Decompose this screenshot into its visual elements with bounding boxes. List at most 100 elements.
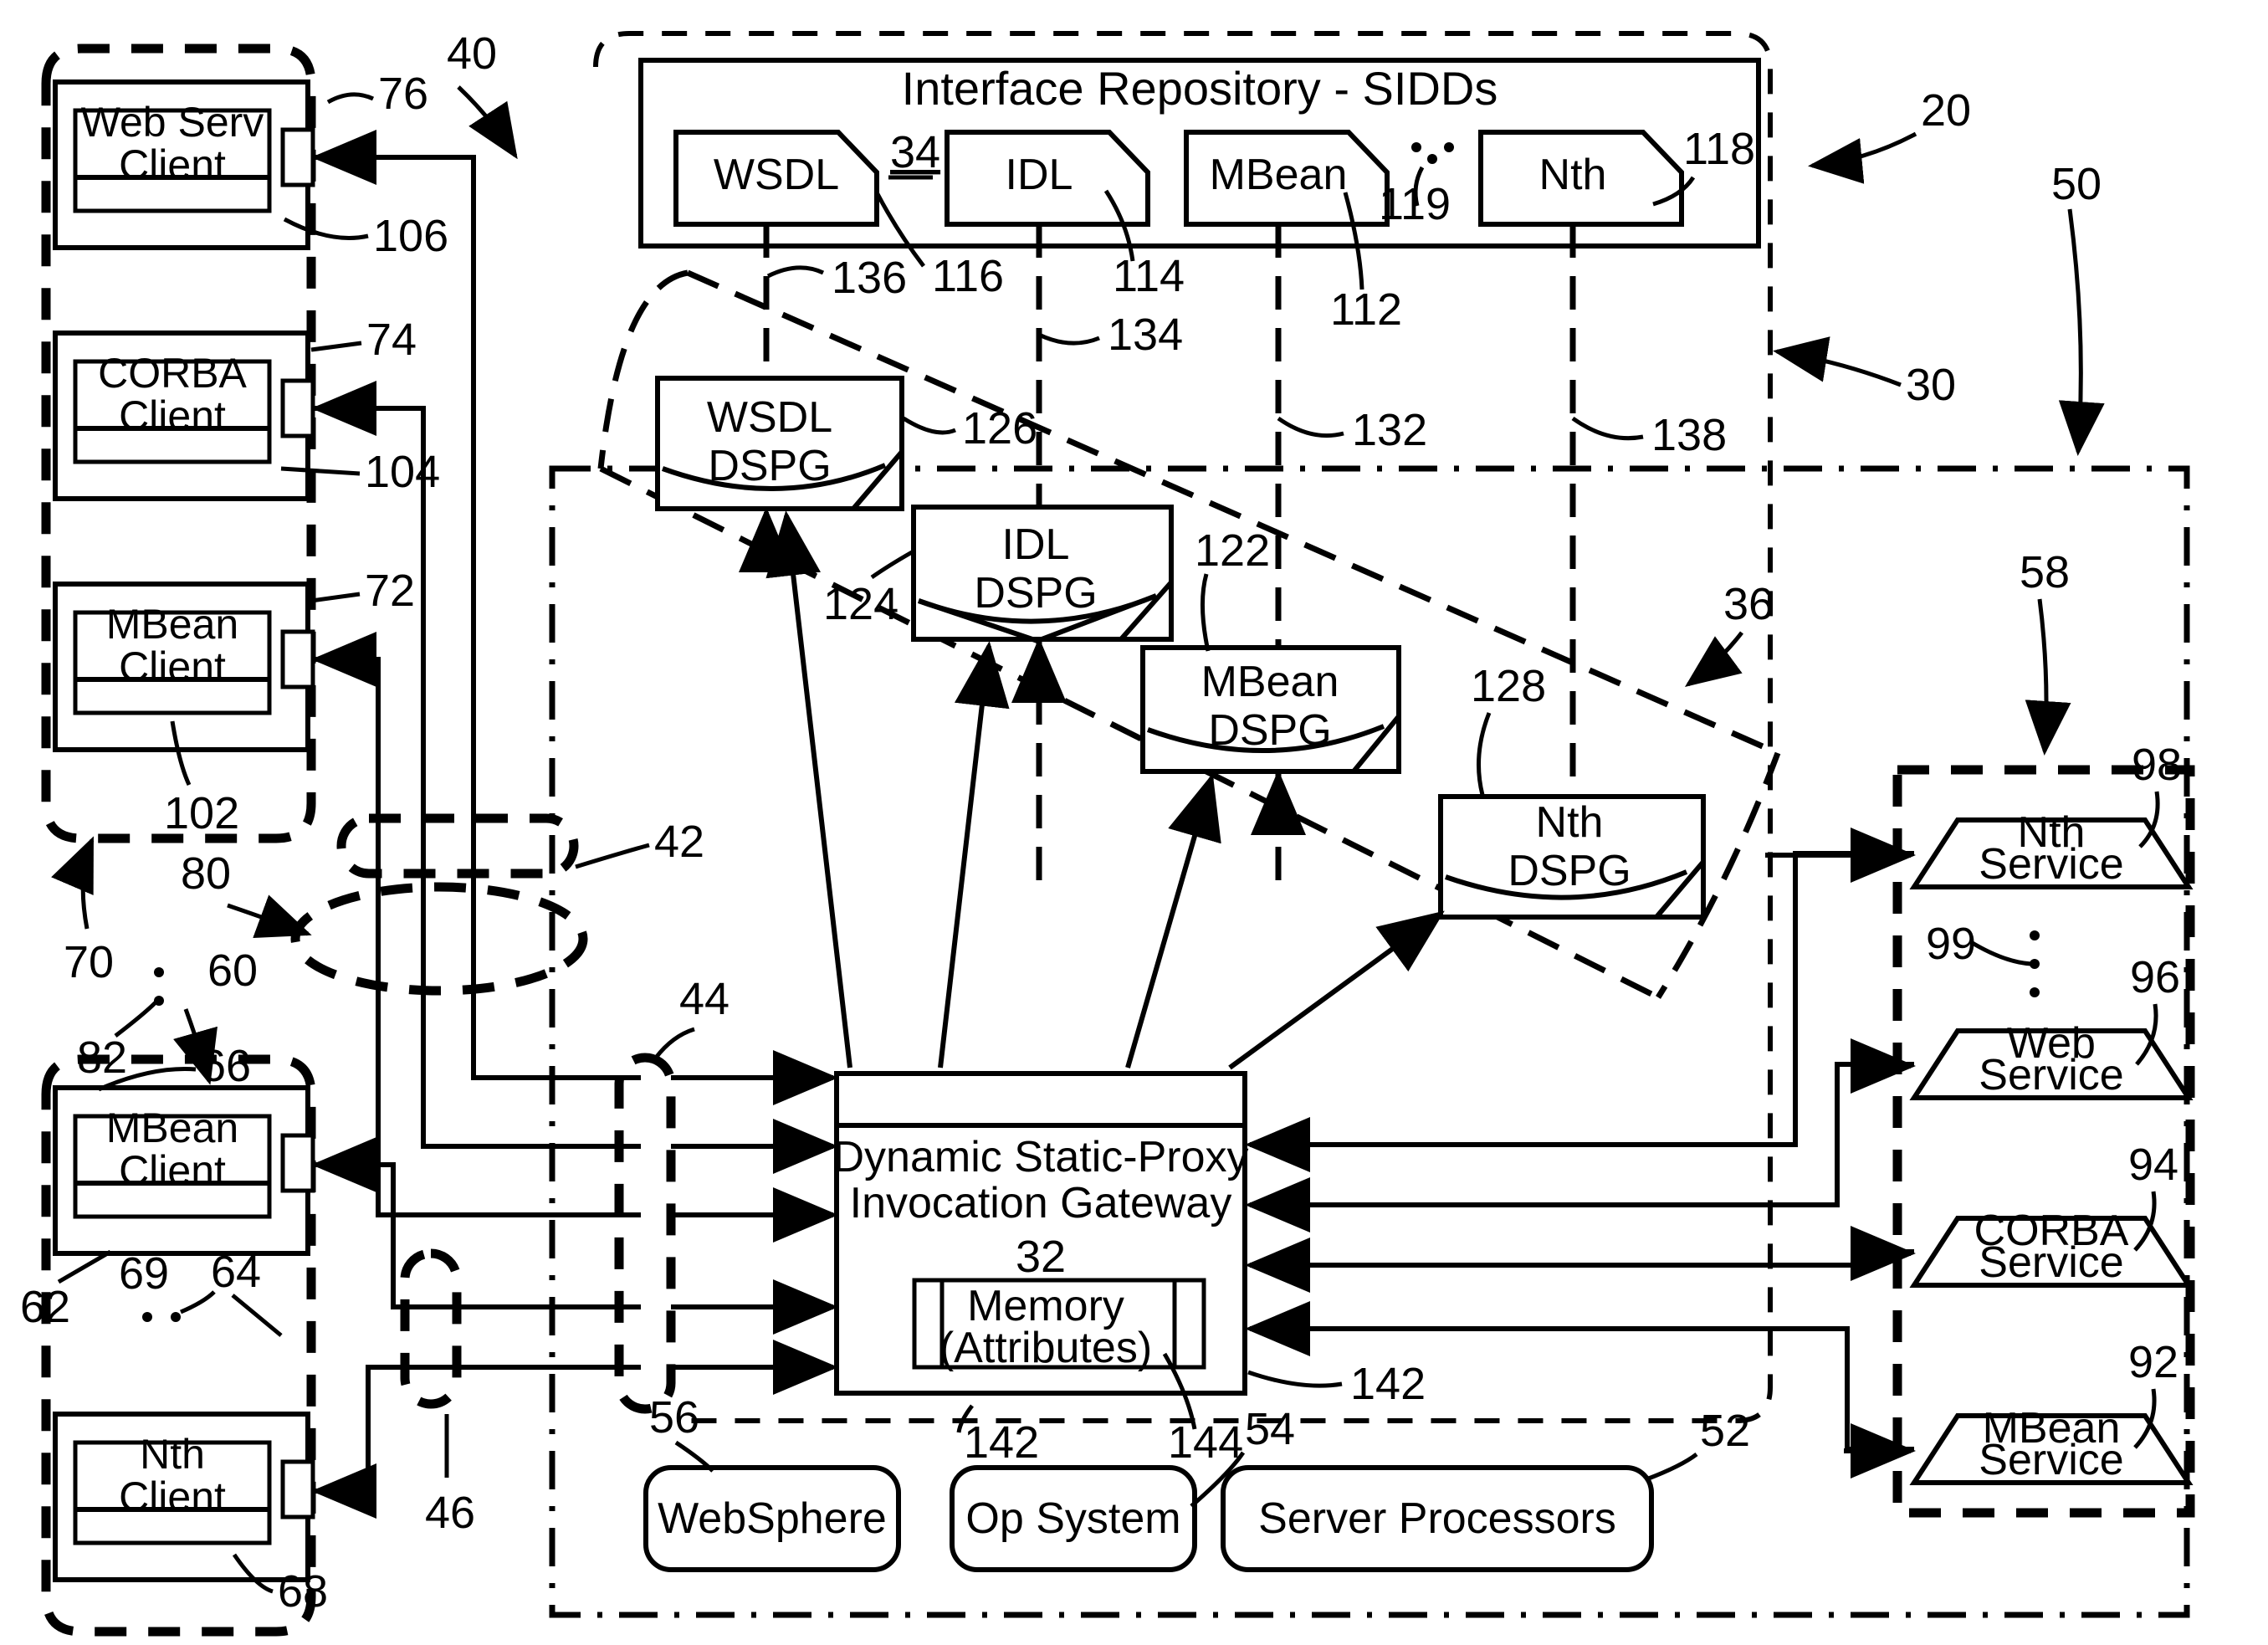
- ref-52: 52: [1646, 1406, 1750, 1482]
- svg-text:122: 122: [1195, 525, 1270, 576]
- ref-36: 36: [1684, 579, 1774, 687]
- svg-text:106: 106: [373, 211, 448, 261]
- svg-text:94: 94: [2128, 1140, 2178, 1190]
- ref-138: 138: [1571, 410, 1727, 460]
- gateway-box[interactable]: Dynamic Static-Proxy Invocation Gateway …: [833, 1071, 1249, 1396]
- ref-64: 64: [211, 1247, 283, 1337]
- ref-124: 124: [823, 550, 914, 629]
- ref-142-bottom: 142: [956, 1404, 1039, 1468]
- dspg-mbean[interactable]: MBean DSPG: [1140, 645, 1401, 774]
- ref-119: 119: [1379, 179, 1451, 229]
- svg-text:44: 44: [679, 974, 730, 1024]
- ref-34: 34: [890, 127, 940, 177]
- svg-text:WSDL: WSDL: [714, 151, 839, 199]
- ref-30: 30: [1773, 336, 1956, 410]
- svg-text:69: 69: [119, 1248, 169, 1299]
- network-46: [400, 1248, 462, 1409]
- ref-128: 128: [1471, 661, 1546, 796]
- svg-text:142: 142: [1350, 1359, 1426, 1409]
- svg-text:IDL: IDL: [1002, 520, 1070, 569]
- svg-text:Dynamic Static-Proxy: Dynamic Static-Proxy: [833, 1133, 1249, 1181]
- service-web[interactable]: Web Service: [1909, 1019, 2194, 1100]
- service-mbean[interactable]: MBean Service: [1909, 1404, 2194, 1485]
- ref-80: 80: [181, 848, 312, 939]
- ref-40: 40: [447, 28, 518, 160]
- client-corba-inner: [73, 359, 272, 464]
- svg-text:20: 20: [1921, 85, 1971, 136]
- svg-text:74: 74: [366, 315, 417, 365]
- ref-74: 74: [310, 315, 417, 365]
- svg-text:116: 116: [932, 251, 1004, 301]
- svg-text:62: 62: [20, 1282, 70, 1332]
- svg-text:99: 99: [1926, 919, 1976, 969]
- svg-text:MBean: MBean: [1201, 658, 1339, 706]
- client-web-serv-inner: [73, 108, 272, 213]
- client-mbean-top-port: [280, 629, 315, 689]
- svg-text:82: 82: [77, 1033, 127, 1083]
- sidd-wsdl[interactable]: WSDL: [673, 130, 879, 227]
- svg-text:80: 80: [181, 848, 231, 899]
- svg-text:Service: Service: [1979, 840, 2123, 889]
- ref-46: 46: [425, 1414, 475, 1538]
- svg-text:30: 30: [1906, 360, 1956, 410]
- svg-text:DSPG: DSPG: [1508, 847, 1631, 895]
- platform-websphere[interactable]: WebSphere: [643, 1465, 901, 1572]
- svg-text:50: 50: [2051, 159, 2102, 209]
- svg-text:Invocation Gateway: Invocation Gateway: [850, 1179, 1232, 1227]
- svg-text:136: 136: [832, 253, 907, 303]
- svg-text:MBean: MBean: [1210, 151, 1348, 199]
- sidd-nth[interactable]: Nth: [1478, 130, 1684, 227]
- svg-text:142: 142: [964, 1417, 1039, 1468]
- svg-text:92: 92: [2128, 1337, 2178, 1387]
- ref-69: 69: [119, 1248, 216, 1322]
- platform-op-system[interactable]: Op System: [950, 1465, 1197, 1572]
- svg-text:36: 36: [1723, 579, 1774, 629]
- svg-text:DSPG: DSPG: [708, 442, 831, 490]
- svg-text:76: 76: [378, 69, 428, 119]
- ref-62: 62: [20, 1249, 112, 1332]
- svg-text:98: 98: [2132, 740, 2182, 790]
- svg-text:126: 126: [962, 403, 1037, 454]
- svg-text:66: 66: [201, 1041, 251, 1091]
- client-mbean-bottom-port: [280, 1133, 315, 1193]
- svg-text:132: 132: [1352, 405, 1427, 455]
- svg-text:DSPG: DSPG: [1208, 706, 1331, 755]
- ref-44: 44: [654, 974, 730, 1059]
- svg-text:68: 68: [278, 1566, 328, 1617]
- svg-text:Nth: Nth: [1536, 798, 1604, 847]
- dspg-nth[interactable]: Nth DSPG: [1438, 794, 1706, 920]
- svg-text:70: 70: [64, 937, 114, 987]
- svg-text:64: 64: [211, 1247, 261, 1297]
- svg-text:46: 46: [425, 1488, 475, 1538]
- svg-text:128: 128: [1471, 661, 1546, 711]
- svg-text:58: 58: [2020, 547, 2070, 597]
- dspg-wsdl[interactable]: WSDL DSPG: [655, 376, 904, 511]
- platform-server-processors[interactable]: Server Processors: [1221, 1465, 1654, 1572]
- svg-text:118: 118: [1683, 124, 1755, 174]
- svg-text:124: 124: [823, 579, 898, 629]
- service-corba[interactable]: CORBA Service: [1909, 1207, 2194, 1288]
- svg-text:144: 144: [1168, 1417, 1243, 1468]
- client-web-serv-port: [280, 127, 315, 187]
- ref-76: 76: [326, 69, 428, 119]
- svg-text:104: 104: [365, 447, 440, 497]
- ref-20: 20: [1808, 85, 1971, 184]
- svg-text:138: 138: [1651, 410, 1727, 460]
- patent-diagram-canvas: Interface Repository - SIDDs WSDL IDL MB…: [0, 0, 2268, 1645]
- svg-text:Service: Service: [1979, 1051, 2123, 1099]
- ref-136: 136: [766, 253, 907, 303]
- ref-70: 70: [51, 836, 114, 987]
- svg-text:52: 52: [1700, 1406, 1750, 1456]
- client-mbean-bottom-inner: [73, 1114, 272, 1219]
- svg-text:112: 112: [1330, 284, 1402, 335]
- dspg-idl[interactable]: IDL DSPG: [911, 505, 1174, 644]
- sidd-mbean[interactable]: MBean: [1184, 130, 1390, 227]
- svg-text:Service: Service: [1979, 1436, 2123, 1484]
- svg-text:(Attributes): (Attributes): [939, 1324, 1152, 1372]
- svg-text:DSPG: DSPG: [974, 569, 1097, 618]
- svg-text:114: 114: [1113, 251, 1185, 301]
- ref-42: 42: [575, 817, 704, 869]
- svg-text:IDL: IDL: [1006, 151, 1073, 199]
- svg-text:134: 134: [1108, 310, 1183, 360]
- service-nth[interactable]: Nth Service: [1909, 808, 2194, 889]
